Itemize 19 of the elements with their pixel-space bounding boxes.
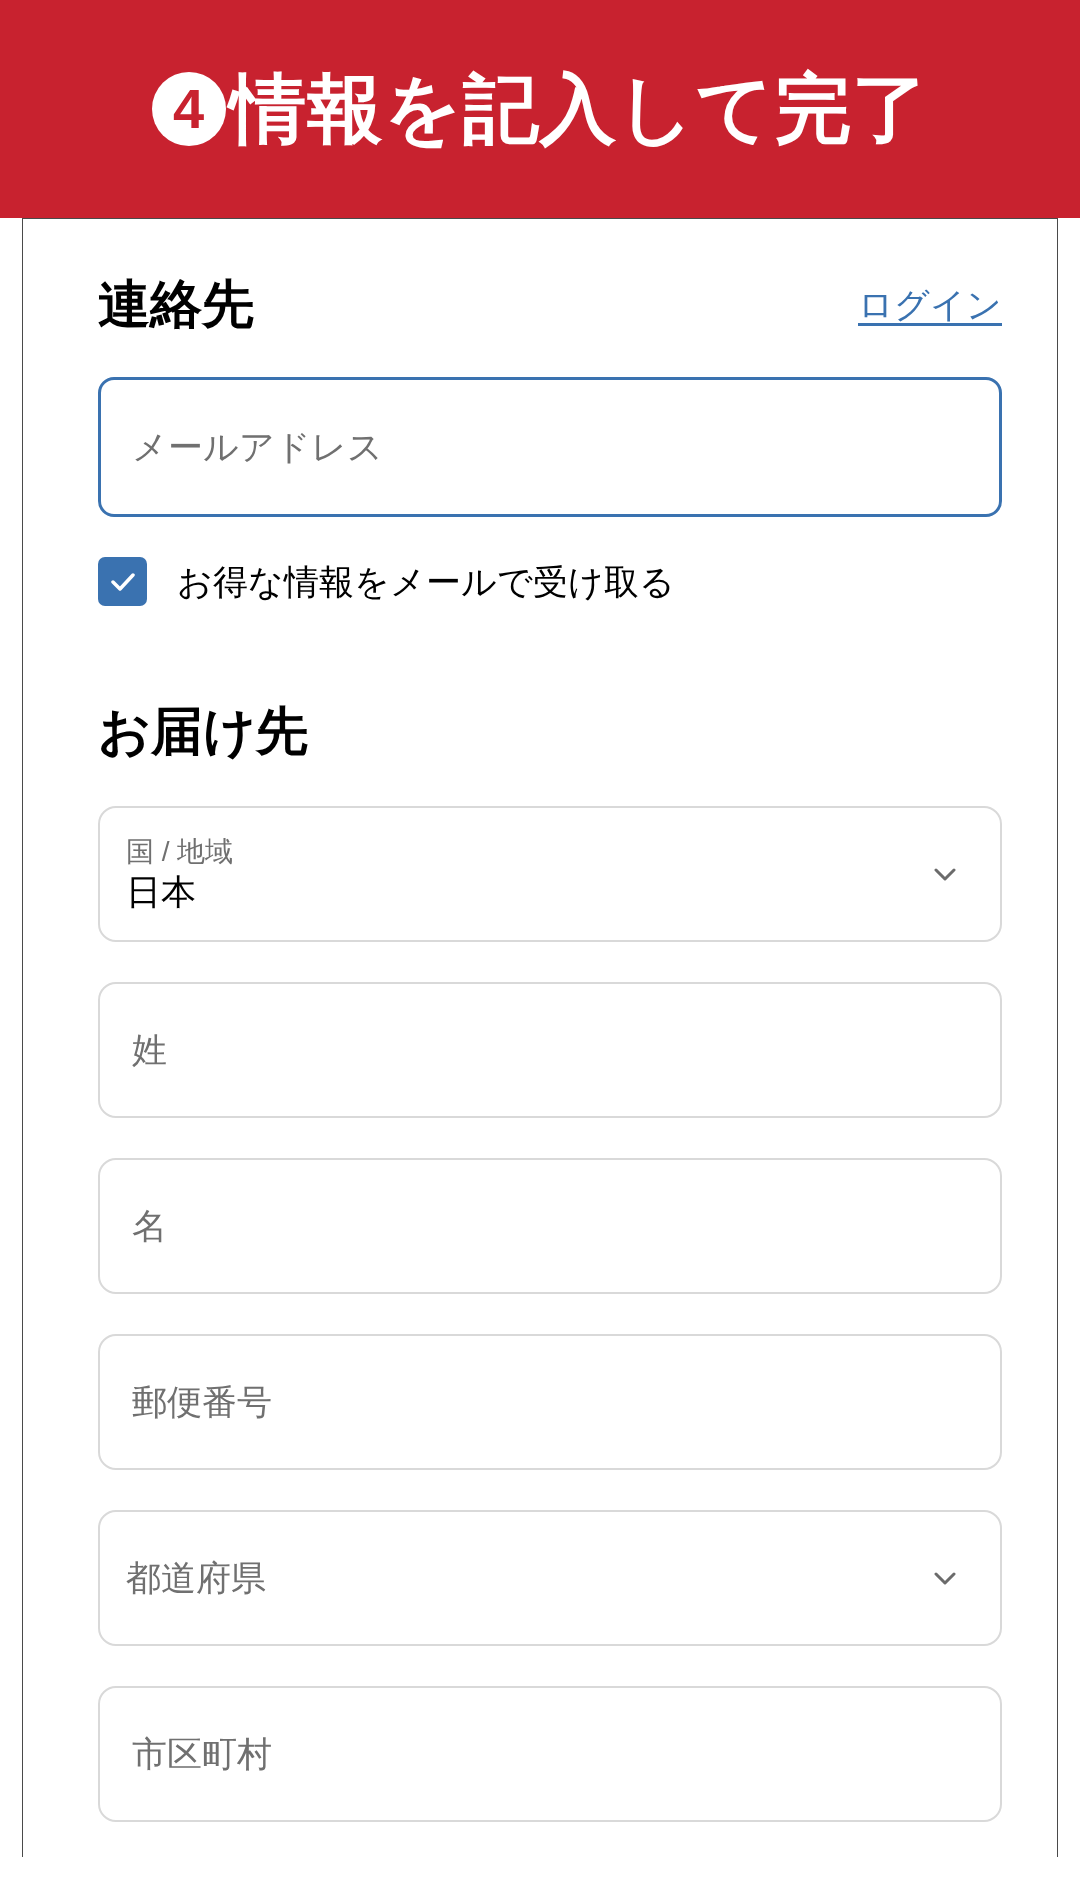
- input-field[interactable]: 郵便番号: [98, 1334, 1002, 1470]
- field-label: 国 / 地域: [126, 835, 234, 869]
- login-link[interactable]: ログイン: [858, 286, 1002, 322]
- chevron-down-icon: [934, 867, 956, 881]
- banner-title: 情報を記入して完了: [229, 71, 929, 147]
- chevron-down-icon: [934, 1571, 956, 1585]
- checkbox[interactable]: [98, 557, 147, 606]
- select-value: 日本: [126, 871, 197, 913]
- select-field[interactable]: 国 / 地域 日本: [98, 806, 1002, 942]
- check-icon: [110, 572, 135, 591]
- email-field[interactable]: メールアドレス: [98, 377, 1002, 517]
- input-field[interactable]: 市区町村: [98, 1686, 1002, 1822]
- input-field[interactable]: 名: [98, 1158, 1002, 1294]
- step-number-badge: 4: [151, 72, 226, 146]
- checkbox-label[interactable]: お得な情報をメールで受け取る: [177, 564, 675, 599]
- section-heading: 連絡先: [98, 278, 254, 330]
- input-field[interactable]: 姓: [98, 982, 1002, 1118]
- select-field[interactable]: 都道府県: [98, 1510, 1002, 1646]
- select-placeholder: 都道府県: [126, 1557, 266, 1599]
